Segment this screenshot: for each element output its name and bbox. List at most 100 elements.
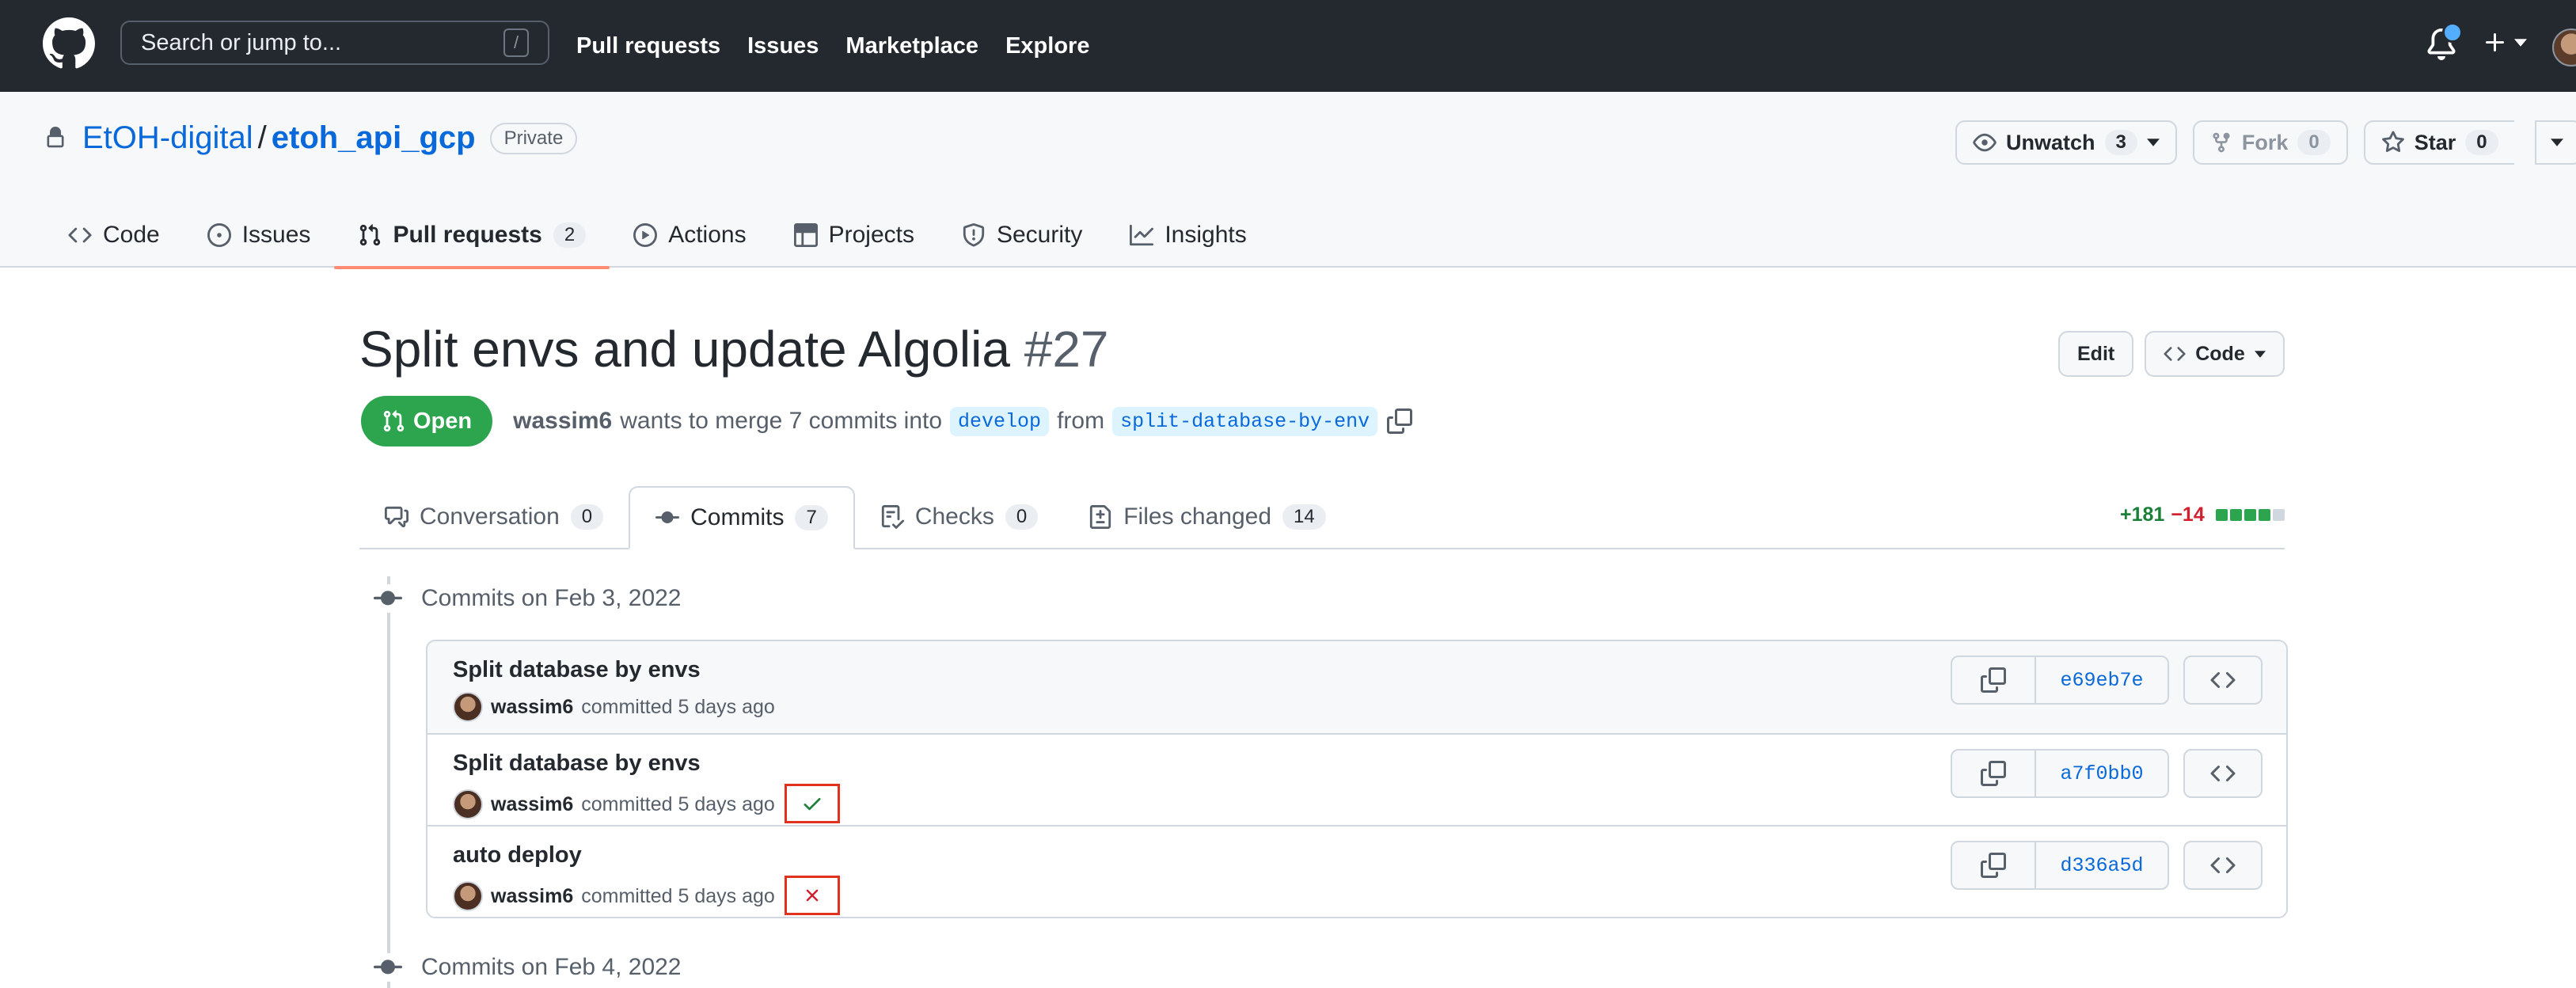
pr-state-badge: Open xyxy=(361,396,493,446)
git-pull-request-icon xyxy=(383,410,405,432)
tab-files-changed[interactable]: Files changed 14 xyxy=(1063,486,1351,548)
table-icon xyxy=(793,223,818,247)
tab-conversation[interactable]: Conversation 0 xyxy=(359,486,629,548)
github-logo-icon[interactable] xyxy=(43,17,95,70)
fork-button[interactable]: Fork 0 xyxy=(2192,120,2348,165)
commit-meta: wassim6 committed 5 days ago xyxy=(453,692,775,722)
additions-count: +181 xyxy=(2120,504,2165,526)
tab-issues[interactable]: Issues xyxy=(184,203,335,268)
create-new-menu[interactable] xyxy=(2483,30,2527,55)
code-icon xyxy=(2210,857,2236,874)
author-avatar[interactable] xyxy=(453,881,483,911)
commit-status-failure[interactable] xyxy=(784,876,840,915)
tab-projects[interactable]: Projects xyxy=(770,203,938,268)
tab-commits[interactable]: Commits 7 xyxy=(629,486,855,549)
tab-code[interactable]: Code xyxy=(44,203,184,268)
deletions-count: −14 xyxy=(2171,504,2205,526)
search-shortcut-key: / xyxy=(503,28,529,57)
comment-discussion-icon xyxy=(385,506,408,528)
pr-author-link[interactable]: wassim6 xyxy=(513,408,612,435)
copy-sha-button[interactable] xyxy=(1952,842,2036,888)
copy-icon[interactable] xyxy=(1387,408,1413,434)
pr-number: #27 xyxy=(1024,321,1109,378)
tab-checks[interactable]: Checks 0 xyxy=(855,486,1063,548)
commit-author[interactable]: wassim6 xyxy=(491,696,573,719)
star-label: Star xyxy=(2414,130,2456,154)
browse-repo-at-commit-button[interactable] xyxy=(2183,841,2263,890)
diffstat-block xyxy=(2272,509,2285,521)
repo-tabs: Code Issues Pull requests 2 Actions Proj… xyxy=(44,203,1271,269)
sha-button-group: d336a5d xyxy=(1951,841,2169,890)
star-list-dropdown[interactable] xyxy=(2535,120,2576,165)
user-avatar[interactable] xyxy=(2552,28,2576,66)
commit-sha-link[interactable]: a7f0bb0 xyxy=(2036,750,2168,796)
base-branch[interactable]: develop xyxy=(950,406,1050,436)
browse-repo-at-commit-button[interactable] xyxy=(2183,656,2263,705)
copy-sha-button[interactable] xyxy=(1952,657,2036,703)
caret-down-icon xyxy=(2514,39,2527,47)
star-button[interactable]: Star 0 xyxy=(2363,120,2514,165)
unread-notification-dot xyxy=(2442,22,2463,43)
author-avatar[interactable] xyxy=(453,692,483,722)
commit-time: committed 5 days ago xyxy=(581,884,775,907)
diffstat: +181 −14 xyxy=(2120,504,2285,526)
commit-message-link[interactable]: Split database by envs xyxy=(453,750,701,777)
commit-author[interactable]: wassim6 xyxy=(491,793,573,816)
nav-marketplace[interactable]: Marketplace xyxy=(845,33,978,59)
pr-state-label: Open xyxy=(413,408,473,434)
tab-security[interactable]: Security xyxy=(938,203,1106,268)
commit-sha-link[interactable]: e69eb7e xyxy=(2036,657,2168,703)
nav-pull-requests[interactable]: Pull requests xyxy=(576,33,720,59)
commit-status-success[interactable] xyxy=(784,784,840,823)
commit-group-heading: Commits on Feb 3, 2022 xyxy=(374,584,682,613)
tab-pull-requests[interactable]: Pull requests 2 xyxy=(334,203,610,269)
copy-icon xyxy=(1981,853,2006,878)
search-input[interactable]: Search or jump to... / xyxy=(120,21,549,65)
unwatch-button[interactable]: Unwatch 3 xyxy=(1955,120,2177,165)
commit-time: committed 5 days ago xyxy=(581,792,775,815)
fork-label: Fork xyxy=(2241,130,2289,154)
commit-author[interactable]: wassim6 xyxy=(491,885,573,908)
checklist-icon xyxy=(881,505,904,529)
sha-button-group: a7f0bb0 xyxy=(1951,749,2169,798)
file-diff-icon xyxy=(1090,505,1111,529)
tab-commits-label: Commits xyxy=(690,504,785,530)
code-icon xyxy=(2210,765,2236,782)
tab-insights[interactable]: Insights xyxy=(1106,203,1270,268)
commit-time: committed 5 days ago xyxy=(581,695,775,718)
commit-group-date: Commits on Feb 4, 2022 xyxy=(421,954,682,980)
unwatch-label: Unwatch xyxy=(2006,130,2095,154)
head-branch[interactable]: split-database-by-env xyxy=(1112,406,1378,436)
nav-explore[interactable]: Explore xyxy=(1005,33,1089,59)
commit-message-link[interactable]: auto deploy xyxy=(453,842,582,868)
sha-button-group: e69eb7e xyxy=(1951,656,2169,705)
commit-sha-link[interactable]: d336a5d xyxy=(2036,842,2168,888)
caret-down-icon xyxy=(2146,139,2160,146)
author-avatar[interactable] xyxy=(453,789,483,819)
files-changed-count: 14 xyxy=(1282,504,1326,530)
commit-actions: e69eb7e xyxy=(1951,656,2263,705)
edit-title-button[interactable]: Edit xyxy=(2058,331,2134,377)
copy-sha-button[interactable] xyxy=(1952,750,2036,796)
nav-issues[interactable]: Issues xyxy=(747,33,819,59)
repo-owner-link[interactable]: EtOH-digital xyxy=(82,120,253,156)
repo-actions: Unwatch 3 Fork 0 Star 0 xyxy=(1955,120,2514,165)
checks-count: 0 xyxy=(1005,504,1039,530)
code-icon xyxy=(68,227,92,243)
commit-actions: a7f0bb0 xyxy=(1951,749,2263,798)
commit-meta: wassim6 committed 5 days ago xyxy=(453,784,840,823)
repo-name-link[interactable]: etoh_api_gcp xyxy=(272,120,476,156)
forks-count: 0 xyxy=(2297,130,2331,155)
visibility-badge: Private xyxy=(489,122,578,154)
code-dropdown-button[interactable]: Code xyxy=(2145,331,2285,377)
pr-tabs: Conversation 0 Commits 7 Checks 0 Files … xyxy=(359,486,2285,549)
tab-conversation-label: Conversation xyxy=(420,504,560,530)
lock-icon xyxy=(47,127,64,148)
pr-header-actions: Edit Code xyxy=(2058,331,2285,377)
merge-from-text: from xyxy=(1057,408,1105,434)
pull-requests-count: 2 xyxy=(553,222,587,248)
tab-actions[interactable]: Actions xyxy=(610,203,769,268)
x-icon xyxy=(806,889,819,902)
commit-message-link[interactable]: Split database by envs xyxy=(453,657,701,683)
browse-repo-at-commit-button[interactable] xyxy=(2183,749,2263,798)
